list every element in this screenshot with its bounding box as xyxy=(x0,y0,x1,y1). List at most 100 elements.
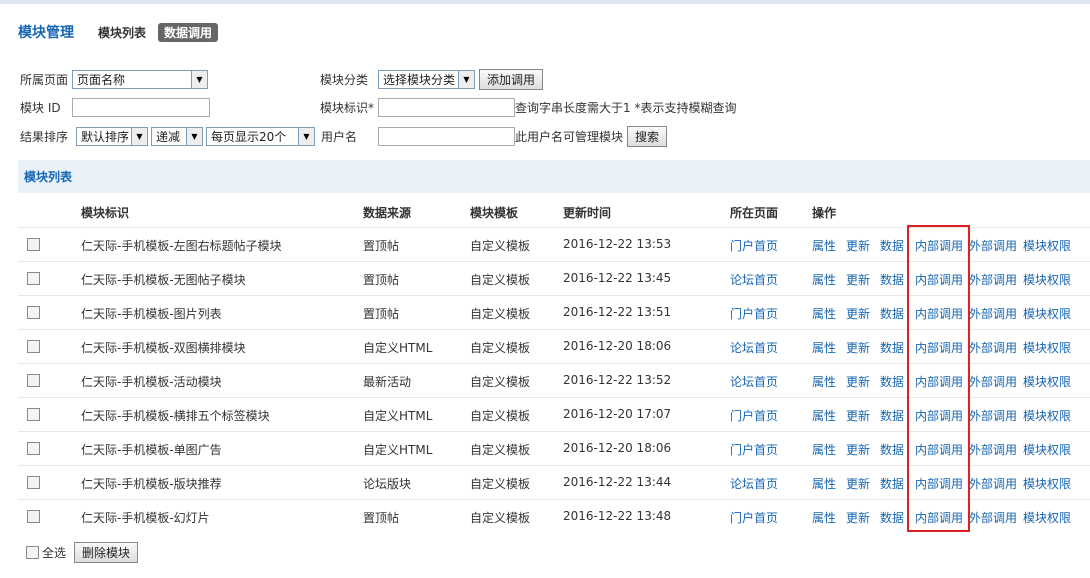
select-all-checkbox[interactable] xyxy=(26,545,39,559)
internal-call-link[interactable]: 内部调用 xyxy=(915,237,963,254)
col-template: 模块模板 xyxy=(470,206,519,220)
cell-data-source: 论坛版块 xyxy=(363,477,412,491)
cell-update-time: 2016-12-20 18:06 xyxy=(563,339,672,353)
row-checkbox[interactable] xyxy=(27,340,40,353)
internal-call-link[interactable]: 内部调用 xyxy=(915,305,963,322)
external-call-link[interactable]: 外部调用 xyxy=(969,475,1017,492)
update-link[interactable]: 更新 xyxy=(846,305,870,322)
permission-link[interactable]: 模块权限 xyxy=(1023,373,1071,390)
cell-page-link[interactable]: 论坛首页 xyxy=(730,475,778,492)
permission-link[interactable]: 模块权限 xyxy=(1023,407,1071,424)
row-checkbox[interactable] xyxy=(27,306,40,319)
cell-page-link[interactable]: 论坛首页 xyxy=(730,271,778,288)
internal-call-link[interactable]: 内部调用 xyxy=(915,475,963,492)
tab-module-list[interactable]: 模块列表 xyxy=(98,24,146,41)
tab-data-call[interactable]: 数据调用 xyxy=(158,22,219,42)
cell-page-link[interactable]: 门户首页 xyxy=(730,441,778,458)
attr-link[interactable]: 属性 xyxy=(812,475,836,492)
attr-link[interactable]: 属性 xyxy=(812,271,836,288)
external-call-link[interactable]: 外部调用 xyxy=(969,373,1017,390)
permission-link[interactable]: 模块权限 xyxy=(1023,339,1071,356)
category-select[interactable]: 选择模块分类 ▼ xyxy=(378,69,475,89)
username-label: 用户名 xyxy=(321,129,358,144)
top-border xyxy=(0,0,1090,4)
col-page: 所在页面 xyxy=(730,206,779,220)
data-link[interactable]: 数据 xyxy=(880,509,904,526)
attr-link[interactable]: 属性 xyxy=(812,373,836,390)
data-link[interactable]: 数据 xyxy=(880,441,904,458)
row-checkbox[interactable] xyxy=(27,272,40,285)
external-call-link[interactable]: 外部调用 xyxy=(969,407,1017,424)
filter-row-2b: 模块标识* 查询字串长度需大于1 *表示支持模糊查询 xyxy=(320,97,736,117)
cell-update-time: 2016-12-22 13:48 xyxy=(563,509,672,523)
module-tag-input[interactable] xyxy=(378,97,515,117)
order-select[interactable]: 递减 ▼ xyxy=(151,126,203,146)
data-link[interactable]: 数据 xyxy=(880,373,904,390)
query-hint: 查询字串长度需大于1 *表示支持模糊查询 xyxy=(515,100,737,115)
cell-page-link[interactable]: 门户首页 xyxy=(730,305,778,322)
data-link[interactable]: 数据 xyxy=(880,237,904,254)
update-link[interactable]: 更新 xyxy=(846,237,870,254)
data-link[interactable]: 数据 xyxy=(880,407,904,424)
cell-module-tag: 仁天际-手机模板-双图横排模块 xyxy=(81,341,246,355)
internal-call-link[interactable]: 内部调用 xyxy=(915,271,963,288)
external-call-link[interactable]: 外部调用 xyxy=(969,237,1017,254)
attr-link[interactable]: 属性 xyxy=(812,305,836,322)
sort-select[interactable]: 默认排序 ▼ xyxy=(76,126,148,146)
page-select[interactable]: 页面名称 ▼ xyxy=(72,69,208,89)
internal-call-link[interactable]: 内部调用 xyxy=(915,441,963,458)
update-link[interactable]: 更新 xyxy=(846,509,870,526)
module-id-input[interactable] xyxy=(72,97,210,117)
permission-link[interactable]: 模块权限 xyxy=(1023,441,1071,458)
update-link[interactable]: 更新 xyxy=(846,373,870,390)
category-label: 模块分类 xyxy=(320,72,369,87)
update-link[interactable]: 更新 xyxy=(846,339,870,356)
permission-link[interactable]: 模块权限 xyxy=(1023,271,1071,288)
external-call-link[interactable]: 外部调用 xyxy=(969,271,1017,288)
data-link[interactable]: 数据 xyxy=(880,271,904,288)
internal-call-link[interactable]: 内部调用 xyxy=(915,373,963,390)
internal-call-link[interactable]: 内部调用 xyxy=(915,339,963,356)
update-link[interactable]: 更新 xyxy=(846,441,870,458)
attr-link[interactable]: 属性 xyxy=(812,407,836,424)
cell-page-link[interactable]: 论坛首页 xyxy=(730,373,778,390)
row-checkbox[interactable] xyxy=(27,238,40,251)
update-link[interactable]: 更新 xyxy=(846,407,870,424)
internal-call-link[interactable]: 内部调用 xyxy=(915,407,963,424)
row-checkbox[interactable] xyxy=(27,510,40,523)
attr-link[interactable]: 属性 xyxy=(812,441,836,458)
permission-link[interactable]: 模块权限 xyxy=(1023,475,1071,492)
internal-call-link[interactable]: 内部调用 xyxy=(915,509,963,526)
external-call-link[interactable]: 外部调用 xyxy=(969,305,1017,322)
row-checkbox[interactable] xyxy=(27,476,40,489)
attr-link[interactable]: 属性 xyxy=(812,509,836,526)
username-input[interactable] xyxy=(378,126,515,146)
permission-link[interactable]: 模块权限 xyxy=(1023,305,1071,322)
row-checkbox[interactable] xyxy=(27,408,40,421)
per-page-select[interactable]: 每页显示20个 ▼ xyxy=(206,126,315,146)
search-button[interactable]: 搜索 xyxy=(627,125,668,147)
permission-link[interactable]: 模块权限 xyxy=(1023,509,1071,526)
cell-page-link[interactable]: 门户首页 xyxy=(730,407,778,424)
attr-link[interactable]: 属性 xyxy=(812,339,836,356)
delete-module-button[interactable]: 删除模块 xyxy=(74,541,139,563)
cell-template: 自定义模板 xyxy=(470,477,531,491)
cell-page-link[interactable]: 门户首页 xyxy=(730,237,778,254)
data-link[interactable]: 数据 xyxy=(880,305,904,322)
row-checkbox[interactable] xyxy=(27,374,40,387)
update-link[interactable]: 更新 xyxy=(846,475,870,492)
external-call-link[interactable]: 外部调用 xyxy=(969,441,1017,458)
cell-page-link[interactable]: 门户首页 xyxy=(730,509,778,526)
external-call-link[interactable]: 外部调用 xyxy=(969,509,1017,526)
permission-link[interactable]: 模块权限 xyxy=(1023,237,1071,254)
add-call-button[interactable]: 添加调用 xyxy=(479,68,544,90)
external-call-link[interactable]: 外部调用 xyxy=(969,339,1017,356)
data-link[interactable]: 数据 xyxy=(880,475,904,492)
update-link[interactable]: 更新 xyxy=(846,271,870,288)
cell-page-link[interactable]: 论坛首页 xyxy=(730,339,778,356)
cell-data-source: 最新活动 xyxy=(363,375,412,389)
data-link[interactable]: 数据 xyxy=(880,339,904,356)
attr-link[interactable]: 属性 xyxy=(812,237,836,254)
row-checkbox[interactable] xyxy=(27,442,40,455)
sort-label: 结果排序 xyxy=(20,129,69,144)
